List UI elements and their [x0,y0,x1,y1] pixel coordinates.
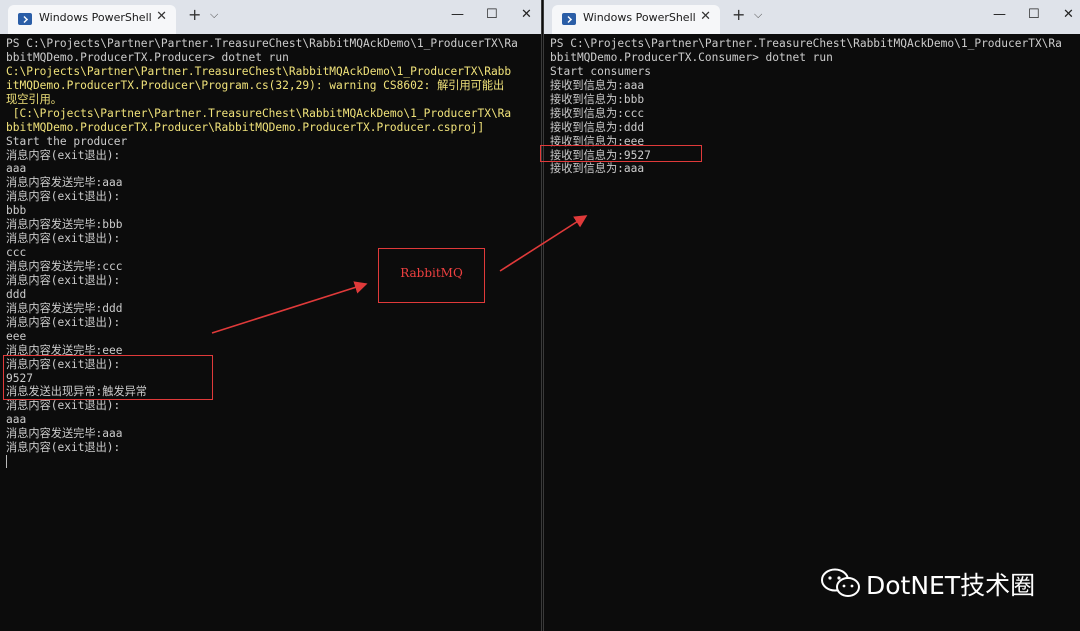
console-line: 接收到信息为:aaa [550,78,645,92]
console-line: [C:\Projects\Partner\Partner.TreasureChe… [6,106,512,120]
chevron-down-icon[interactable]: ⌵ [754,9,762,20]
powershell-icon [18,13,32,25]
received-9527-highlight-box [540,145,702,162]
title-bar: Windows PowerShell ✕ + ⌵ — ☐ ✕ [0,0,541,34]
minimize-button[interactable]: — [451,8,464,21]
console-line: C:\Projects\Partner\Partner.TreasureChes… [6,64,512,78]
wechat-icon [821,568,860,597]
console-line: 消息内容发送完毕:bbb [6,218,123,232]
console-line: Start the producer [6,134,128,148]
maximize-button[interactable]: ☐ [486,8,498,21]
console-line: bbb [6,204,27,218]
console-line: aaa [6,413,27,427]
tab-close-icon[interactable]: ✕ [700,10,711,23]
prompt-line [6,455,537,469]
tab-windows-powershell[interactable]: Windows PowerShell ✕ [552,5,720,34]
console-line: 接收到信息为:aaa [550,162,645,176]
error-highlight-box [3,355,213,400]
console-line: bbitMQDemo.ProducerTX.Producer\RabbitMQD… [6,120,485,134]
close-button[interactable]: ✕ [521,8,532,21]
console-line: PS C:\Projects\Partner\Partner.TreasureC… [6,37,518,50]
console-line: 消息内容(exit退出): [6,315,121,329]
console-line: 现空引用。 [6,92,62,106]
tab-title: Windows PowerShell [39,11,152,24]
console-line: 接收到信息为:ccc [550,106,645,120]
new-tab-button[interactable]: + [732,7,745,23]
text-cursor [6,455,7,469]
console-line: eee [6,329,27,343]
console-line: 消息内容发送完毕:aaa [6,427,123,441]
tab-title: Windows PowerShell [583,11,696,24]
rabbitmq-annotation-box: RabbitMQ [378,248,485,303]
title-bar: Windows PowerShell ✕ + ⌵ — ☐ ✕ [544,0,1080,34]
console-line: PS C:\Projects\Partner\Partner.TreasureC… [550,37,1062,50]
rabbitmq-label: RabbitMQ [400,266,463,280]
minimize-button[interactable]: — [993,8,1006,21]
console-line: 消息内容(exit退出): [6,399,121,413]
console-line: 接收到信息为:ddd [550,120,645,134]
console-line: 消息内容(exit退出): [6,441,121,455]
console-line: bbitMQDemo.ProducerTX.Producer> dotnet r… [6,50,289,64]
tab-close-icon[interactable]: ✕ [156,10,167,23]
console-line: Start consumers [550,64,652,78]
console-line: 消息内容发送完毕:ddd [6,301,123,315]
chevron-down-icon[interactable]: ⌵ [210,9,218,20]
powershell-icon [562,13,576,25]
close-button[interactable]: ✕ [1063,8,1074,21]
console-line: 消息内容(exit退出): [6,190,121,204]
watermark-text: DotNET技术圈 [866,571,1036,600]
console-line: aaa [6,162,27,176]
maximize-button[interactable]: ☐ [1028,8,1040,21]
console-line: 消息内容发送完毕:aaa [6,176,123,190]
console-line: 消息内容(exit退出): [6,148,121,162]
console-line: 接收到信息为:bbb [550,92,645,106]
console-line: 消息内容(exit退出): [6,232,121,246]
tab-windows-powershell[interactable]: Windows PowerShell ✕ [8,5,176,34]
producer-terminal-window: Windows PowerShell ✕ + ⌵ — ☐ ✕ PS C:\Pro… [0,0,542,631]
console-line: bbitMQDemo.ProducerTX.Consumer> dotnet r… [550,50,833,64]
consumer-terminal-window: Windows PowerShell ✕ + ⌵ — ☐ ✕ PS C:\Pro… [543,0,1080,631]
console-line: itMQDemo.ProducerTX.Producer\Program.cs(… [6,78,505,92]
new-tab-button[interactable]: + [188,7,201,23]
